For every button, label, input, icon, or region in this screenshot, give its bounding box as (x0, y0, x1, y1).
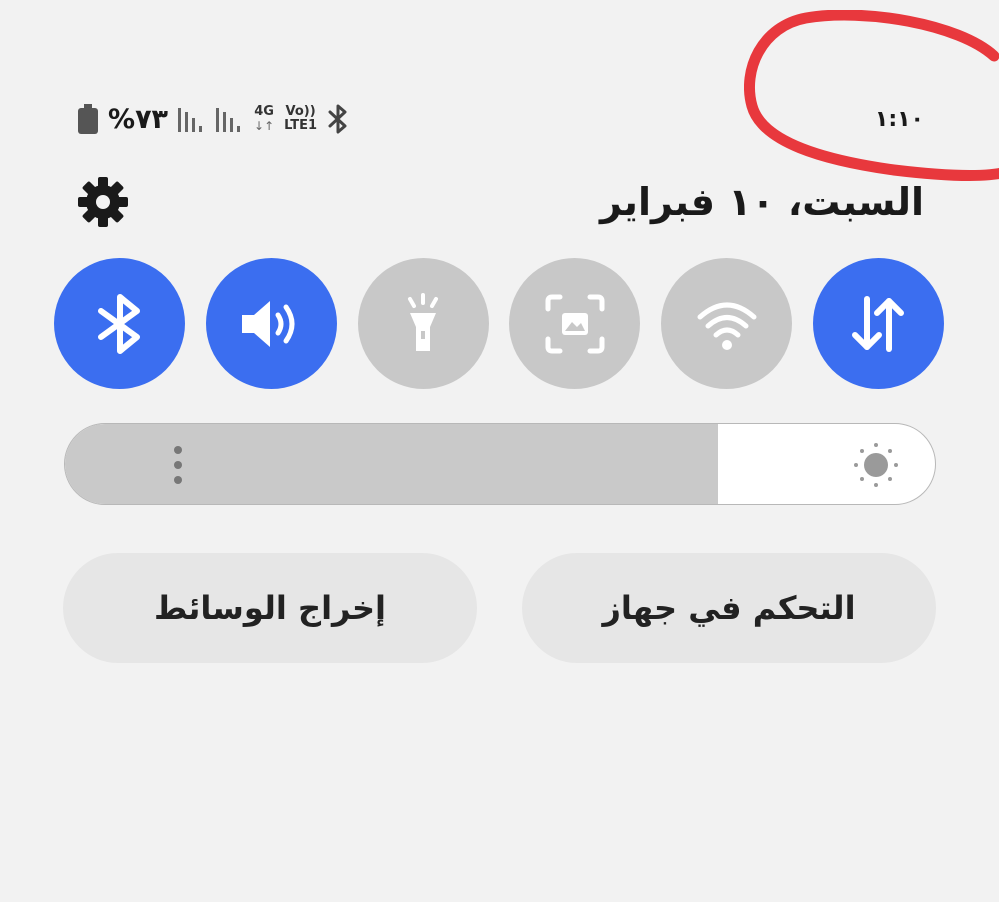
bluetooth-icon (97, 293, 140, 354)
sun-icon (854, 443, 898, 487)
brightness-fill (65, 424, 718, 504)
signal-icon-2 (216, 108, 241, 132)
gear-icon[interactable] (76, 175, 130, 229)
clock: ١:١٠ (874, 106, 924, 132)
toggle-bluetooth[interactable] (54, 258, 185, 389)
network-type: 4G (254, 104, 274, 119)
signal-icon (178, 108, 203, 132)
toggle-flashlight[interactable] (357, 258, 489, 389)
panel-header: السبت، ١٠ فبراير (76, 170, 924, 234)
wifi-icon (697, 302, 757, 350)
data-arrows-icon (852, 295, 905, 352)
status-bar: %٧٣ 4G ↓↑ Vo)) LTE1 ١:١٠ (78, 96, 924, 142)
toggle-screenshot[interactable] (509, 258, 641, 389)
device-control-label: التحكم في جهاز (602, 589, 856, 627)
toggle-sound[interactable] (205, 258, 337, 389)
speaker-icon (242, 300, 295, 347)
action-pills: إخراج الوسائط التحكم في جهاز (63, 553, 936, 663)
brightness-slider[interactable] (64, 423, 936, 505)
media-output-label: إخراج الوسائط (154, 589, 386, 627)
battery-percent: %٧٣ (108, 103, 169, 135)
bluetooth-icon (328, 104, 347, 134)
volte-top: Vo)) (285, 104, 316, 119)
toggle-wifi[interactable] (661, 258, 793, 389)
4g-data-icon: 4G ↓↑ (254, 104, 275, 134)
volte-icon: Vo)) LTE1 (284, 105, 317, 133)
date-label: السبت، ١٠ فبراير (600, 180, 924, 224)
data-arrows-small-icon: ↓↑ (254, 119, 275, 133)
toggle-mobile-data[interactable] (812, 258, 944, 389)
more-dots-icon[interactable] (171, 444, 185, 486)
quick-toggles (54, 258, 944, 390)
status-icons: %٧٣ 4G ↓↑ Vo)) LTE1 (78, 104, 349, 135)
volte-bottom: LTE1 (284, 118, 318, 133)
device-control-button[interactable]: التحكم في جهاز (522, 553, 936, 663)
battery-icon (78, 104, 98, 134)
media-output-button[interactable]: إخراج الوسائط (63, 553, 477, 663)
screen-capture-icon (545, 294, 605, 353)
flashlight-icon (408, 292, 439, 351)
